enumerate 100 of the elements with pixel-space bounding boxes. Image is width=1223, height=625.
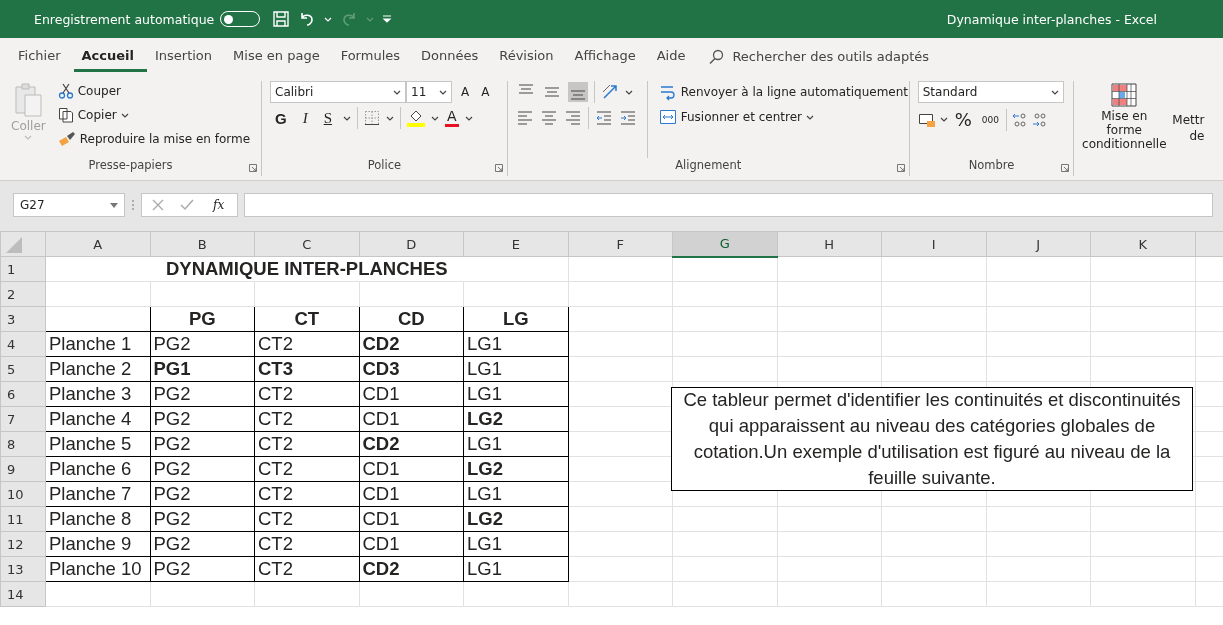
row-header[interactable]: 1 [0, 256, 46, 282]
align-right-icon[interactable] [563, 109, 582, 127]
caret-icon[interactable] [393, 89, 401, 95]
dialog-launcher-icon[interactable] [249, 164, 257, 172]
caret-icon[interactable] [343, 115, 351, 121]
search-icon[interactable] [708, 48, 725, 65]
row-header[interactable]: 8 [0, 431, 46, 457]
font-color-button[interactable]: A [445, 109, 459, 127]
cancel-icon[interactable] [152, 199, 164, 211]
copy-button[interactable]: Copier [54, 105, 254, 125]
row-header[interactable]: 12 [0, 531, 46, 557]
row-header[interactable]: 13 [0, 556, 46, 582]
column-header[interactable]: J [986, 231, 1091, 257]
menu-tab[interactable]: Formules [332, 41, 413, 72]
customize-icon[interactable] [382, 14, 393, 24]
table-cell: CD1 [359, 456, 464, 482]
font-size-field[interactable]: 11 [406, 81, 452, 103]
search-field[interactable]: Rechercher des outils adaptés [732, 49, 930, 64]
row-header[interactable]: 11 [0, 506, 46, 532]
formula-input[interactable] [244, 193, 1213, 217]
save-icon[interactable] [272, 10, 291, 28]
column-header[interactable]: B [150, 231, 255, 257]
format-painter-button[interactable]: Reproduire la mise en forme [54, 129, 254, 149]
percent-button[interactable]: % [951, 107, 975, 132]
insert-function-button[interactable]: fx [210, 196, 228, 214]
conditional-formatting-button[interactable]: Mise en forme conditionnelle [1082, 81, 1167, 176]
caret-icon[interactable] [1050, 89, 1059, 95]
row-header[interactable]: 6 [0, 381, 46, 407]
column-header[interactable]: C [254, 231, 359, 257]
align-middle-icon[interactable] [544, 87, 559, 97]
menu-tab[interactable]: Accueil [73, 41, 147, 72]
fill-color-icon[interactable] [407, 109, 425, 127]
row-header[interactable]: 10 [0, 481, 46, 507]
wrap-text-button[interactable]: Renvoyer à la ligne automatiquement [655, 81, 912, 103]
row-header[interactable]: 3 [0, 306, 46, 332]
column-header[interactable]: H [777, 231, 882, 257]
table-cell: PG2 [150, 381, 255, 407]
row-header[interactable]: 4 [0, 331, 46, 357]
menu-tab[interactable]: Insertion [146, 41, 226, 72]
caret-icon[interactable] [464, 115, 473, 121]
align-bottom-button[interactable] [567, 82, 588, 102]
caret-icon[interactable] [439, 89, 447, 95]
group-label: Police [366, 158, 403, 174]
bold-button[interactable]: G [270, 109, 292, 127]
grow-font-button[interactable]: A [458, 83, 473, 101]
menu-tab[interactable]: Mise en page [225, 41, 333, 72]
increase-decimal-icon[interactable] [1011, 110, 1028, 129]
row-header[interactable]: 9 [0, 456, 46, 482]
row-header[interactable]: 7 [0, 406, 46, 432]
column-header[interactable]: G [672, 231, 777, 257]
menu-tab[interactable]: Fichier [10, 41, 74, 72]
borders-icon[interactable] [364, 110, 380, 126]
align-center-icon[interactable] [539, 109, 558, 127]
merge-center-button[interactable]: Fusionner et centrer [655, 107, 912, 127]
row-header[interactable]: 5 [0, 356, 46, 382]
column-header[interactable]: K [1090, 231, 1195, 257]
menu-tab[interactable]: Données [413, 41, 492, 72]
column-header[interactable]: I [881, 231, 986, 257]
shrink-font-button[interactable]: A [478, 83, 493, 101]
dialog-launcher-icon[interactable] [896, 164, 905, 172]
table-cell: LG1 [463, 556, 568, 582]
caret-icon[interactable] [120, 112, 129, 118]
thousands-button[interactable]: 000 [978, 112, 1003, 127]
number-format-field[interactable]: Standard [917, 81, 1064, 103]
table-cell: CT2 [254, 456, 359, 482]
cut-button[interactable]: Couper [54, 81, 254, 101]
dialog-launcher-icon[interactable] [1061, 164, 1070, 172]
menu-tab[interactable]: Aide [648, 41, 699, 72]
underline-button[interactable]: S [318, 109, 337, 127]
row-header[interactable]: 14 [0, 581, 46, 607]
align-top-icon[interactable] [518, 84, 533, 94]
column-header[interactable]: F [568, 231, 673, 257]
row-header[interactable]: 2 [0, 281, 46, 307]
menu-tab[interactable]: Affichage [566, 41, 649, 72]
dialog-launcher-icon[interactable] [494, 164, 503, 172]
orientation-icon[interactable] [600, 83, 619, 101]
group-label: Alignement [674, 158, 743, 174]
column-header[interactable]: E [463, 231, 568, 257]
accounting-icon[interactable] [917, 111, 936, 128]
table-cell: CD1 [359, 506, 464, 532]
caret-icon[interactable] [431, 115, 439, 121]
decrease-decimal-icon[interactable] [1031, 110, 1048, 129]
caret-icon[interactable] [386, 115, 394, 121]
name-box[interactable]: G27 [13, 193, 125, 217]
column-header[interactable]: A [45, 231, 150, 257]
table-cell: PG2 [150, 481, 255, 507]
caret-icon[interactable] [624, 89, 633, 95]
caret-icon[interactable] [939, 117, 948, 122]
menu-tab[interactable]: Révision [491, 41, 567, 72]
table-cell: CD2 [359, 556, 464, 582]
column-header[interactable]: D [359, 231, 464, 257]
increase-indent-icon[interactable] [618, 109, 637, 127]
enter-icon[interactable] [180, 199, 194, 211]
decrease-indent-icon[interactable] [594, 109, 613, 127]
table-cell: Planche 3 [45, 381, 150, 407]
font-name-field[interactable]: Calibri [270, 81, 406, 103]
caret-icon[interactable] [806, 114, 815, 120]
align-left-icon[interactable] [515, 109, 534, 127]
table-cell: CD2 [359, 431, 464, 457]
italic-button[interactable]: I [297, 109, 313, 127]
